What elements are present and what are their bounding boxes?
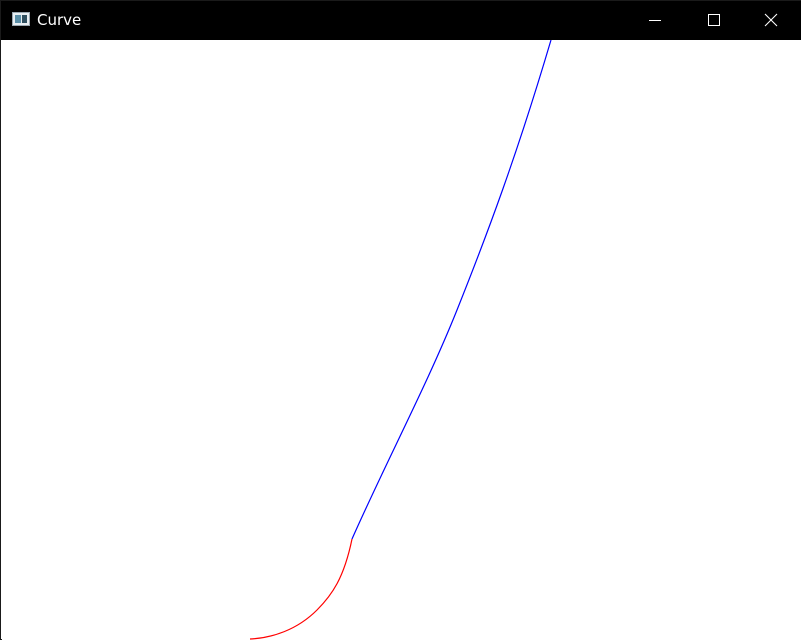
curve-drawing — [249, 40, 552, 640]
maximize-button[interactable] — [684, 1, 742, 40]
app-icon-pane-right — [22, 15, 27, 23]
drawing-canvas[interactable] — [2, 40, 801, 640]
minimize-icon — [649, 20, 661, 21]
window-title: Curve — [37, 11, 82, 29]
curve-segment-red — [249, 538, 353, 640]
app-window: Curve — [0, 0, 801, 640]
curve-segment-blue — [351, 40, 552, 540]
close-icon — [764, 13, 778, 27]
app-window-icon — [12, 12, 30, 26]
app-icon-pane-left — [15, 15, 21, 23]
minimize-button[interactable] — [626, 1, 684, 40]
title-bar[interactable]: Curve — [1, 1, 801, 40]
close-button[interactable] — [742, 1, 800, 40]
maximize-icon — [708, 14, 720, 26]
